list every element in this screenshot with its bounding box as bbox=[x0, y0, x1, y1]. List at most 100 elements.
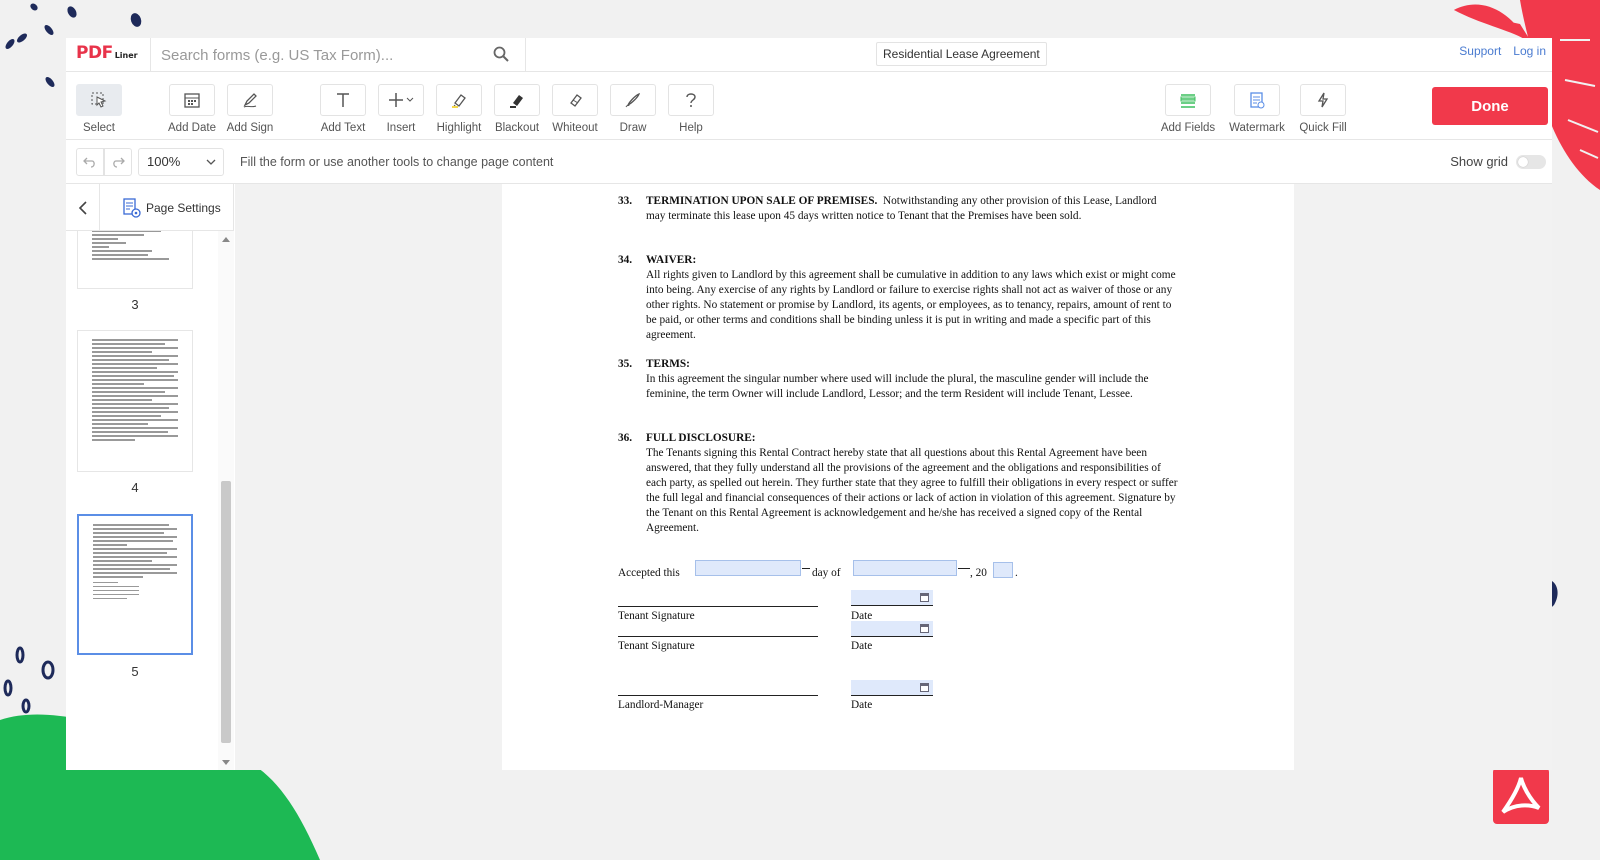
zoom-value: 100% bbox=[147, 154, 181, 169]
pdfliner-logo[interactable]: PDF Liner bbox=[76, 43, 138, 67]
tool-label: Add Text bbox=[320, 122, 366, 134]
text-icon bbox=[337, 93, 349, 107]
tenant-signature-line-2[interactable] bbox=[618, 636, 818, 637]
tool-label: Add Sign bbox=[226, 122, 274, 134]
scroll-down-icon[interactable] bbox=[222, 760, 230, 765]
tool-label: Blackout bbox=[494, 122, 540, 134]
page-number: 5 bbox=[131, 664, 139, 679]
tool-label: Select bbox=[83, 122, 115, 134]
add-text-tool[interactable]: Add Text bbox=[314, 84, 372, 134]
date-label-2: Date bbox=[851, 640, 873, 652]
cursor-icon bbox=[91, 92, 107, 108]
year-prefix: , 20 bbox=[970, 567, 987, 579]
chevron-down-icon bbox=[206, 159, 216, 165]
insert-tool[interactable]: Insert bbox=[372, 84, 430, 134]
accepted-month-field[interactable] bbox=[853, 560, 957, 576]
tenant-signature-line-1[interactable] bbox=[618, 606, 818, 607]
section-title: TERMINATION UPON SALE OF PREMISES. bbox=[646, 195, 878, 207]
search-icon[interactable] bbox=[493, 46, 509, 67]
section-body: The Tenants signing this Rental Contract… bbox=[646, 447, 1178, 534]
tool-label: Whiteout bbox=[552, 122, 598, 134]
tenant-signature-label-1: Tenant Signature bbox=[618, 610, 695, 622]
scrollbar-thumb[interactable] bbox=[221, 481, 231, 743]
calendar-icon[interactable] bbox=[920, 624, 929, 633]
page-settings-button[interactable]: Page Settings bbox=[122, 198, 221, 218]
highlight-tool[interactable]: Highlight bbox=[430, 84, 488, 134]
eraser-icon bbox=[570, 94, 582, 107]
section-title: FULL DISCLOSURE: bbox=[646, 432, 756, 444]
scroll-up-icon[interactable] bbox=[222, 237, 230, 242]
section-36: 36. FULL DISCLOSURE: The Tenants signing… bbox=[618, 431, 1178, 536]
highlighter-icon bbox=[452, 94, 466, 108]
calendar-icon[interactable] bbox=[920, 683, 929, 692]
watermark-tool[interactable]: Watermark bbox=[1228, 84, 1286, 134]
tool-label: Help bbox=[679, 122, 703, 134]
redo-button[interactable] bbox=[104, 148, 132, 176]
page-thumbnail-3[interactable] bbox=[77, 231, 193, 289]
search-input[interactable] bbox=[161, 45, 481, 65]
logo-main: PDF bbox=[76, 43, 113, 63]
acrobat-icon bbox=[1501, 777, 1541, 814]
select-tool[interactable]: Select bbox=[70, 84, 128, 134]
pdf-editor-window: PDF Liner Residential Lease Agreement Su… bbox=[66, 38, 1552, 770]
done-button[interactable]: Done bbox=[1432, 87, 1548, 125]
pdfliner-corner-logo bbox=[1493, 768, 1549, 824]
collapse-sidebar-button[interactable] bbox=[66, 184, 100, 231]
section-number: 34. bbox=[618, 254, 633, 266]
undo-button[interactable] bbox=[76, 148, 104, 176]
add-sign-tool[interactable]: Add Sign bbox=[221, 84, 279, 134]
accepted-year-field[interactable] bbox=[993, 562, 1013, 578]
quick-fill-tool[interactable]: Quick Fill bbox=[1294, 84, 1352, 134]
tool-label: Add Fields bbox=[1160, 122, 1216, 134]
chevron-left-icon bbox=[78, 200, 87, 215]
show-grid-toggle[interactable] bbox=[1516, 154, 1546, 169]
draw-tool[interactable]: Draw bbox=[604, 84, 662, 134]
tool-label: Insert bbox=[386, 122, 416, 134]
document-page: 33. TERMINATION UPON SALE OF PREMISES. N… bbox=[502, 184, 1294, 770]
blackout-tool[interactable]: Blackout bbox=[488, 84, 546, 134]
day-of-label: day of bbox=[812, 567, 841, 579]
section-body: All rights given to Landlord by this agr… bbox=[646, 269, 1176, 341]
add-fields-tool[interactable]: Add Fields bbox=[1159, 84, 1217, 134]
date-field-2[interactable] bbox=[851, 621, 933, 637]
section-title: TERMS: bbox=[646, 358, 690, 370]
page-thumbnail-5[interactable] bbox=[77, 514, 193, 655]
login-link[interactable]: Log in bbox=[1513, 44, 1546, 58]
hint-text: Fill the form or use another tools to ch… bbox=[240, 155, 554, 169]
page-settings-label: Page Settings bbox=[146, 201, 221, 215]
whiteout-tool[interactable]: Whiteout bbox=[546, 84, 604, 134]
top-header: PDF Liner Residential Lease Agreement Su… bbox=[66, 38, 1552, 72]
landlord-label: Landlord-Manager bbox=[618, 699, 704, 711]
brush-icon bbox=[625, 92, 641, 108]
search-bar bbox=[150, 38, 526, 72]
date-field-1[interactable] bbox=[851, 590, 933, 606]
page-number: 4 bbox=[131, 480, 139, 495]
zoom-select[interactable]: 100% bbox=[138, 148, 224, 176]
document-title[interactable]: Residential Lease Agreement bbox=[876, 42, 1047, 66]
show-grid-label: Show grid bbox=[1450, 154, 1508, 169]
document-canvas: 33. TERMINATION UPON SALE OF PREMISES. N… bbox=[235, 184, 1552, 770]
accepted-day-field[interactable] bbox=[695, 560, 801, 576]
add-date-tool[interactable]: Add Date bbox=[163, 84, 221, 134]
header-links: Support Log in bbox=[1459, 44, 1546, 58]
tool-label: Add Date bbox=[168, 122, 216, 134]
calendar-icon[interactable] bbox=[920, 593, 929, 602]
landlord-signature-line[interactable] bbox=[618, 695, 818, 696]
date-field-3[interactable] bbox=[851, 680, 933, 696]
accepted-label: Accepted this bbox=[618, 567, 680, 579]
section-title: WAIVER: bbox=[646, 254, 697, 266]
help-tool[interactable]: Help bbox=[662, 84, 720, 134]
page-thumbnail-4[interactable] bbox=[77, 330, 193, 472]
tool-label: Highlight bbox=[436, 122, 482, 134]
period-text: . bbox=[1015, 567, 1018, 579]
section-number: 36. bbox=[618, 432, 633, 444]
page-number: 3 bbox=[131, 297, 139, 312]
page-sidebar: Page Settings 3 4 5 bbox=[66, 184, 234, 770]
sidebar-scrollbar[interactable] bbox=[218, 231, 234, 770]
sub-toolbar: 100% Fill the form or use another tools … bbox=[66, 140, 1552, 184]
calendar-icon bbox=[184, 93, 200, 108]
field-underline bbox=[958, 568, 970, 569]
support-link[interactable]: Support bbox=[1459, 44, 1501, 58]
tenant-signature-label-2: Tenant Signature bbox=[618, 640, 695, 652]
sidebar-header: Page Settings bbox=[66, 184, 234, 231]
